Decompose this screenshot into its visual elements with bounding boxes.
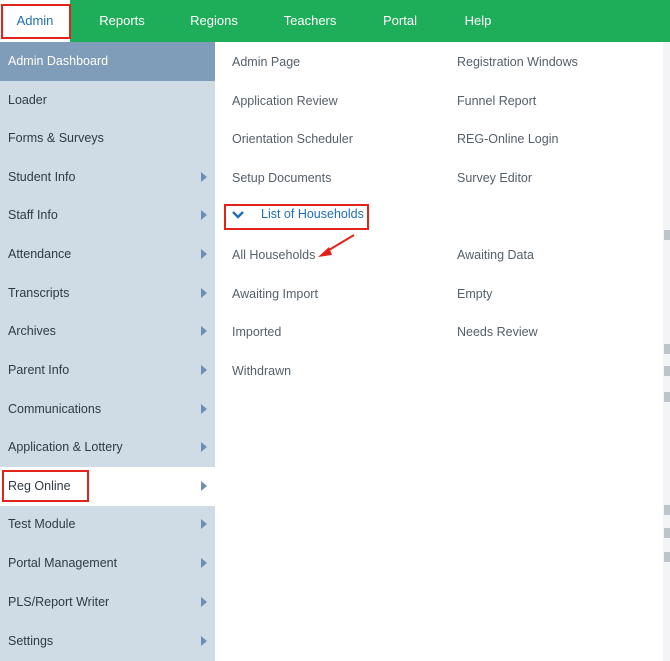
sidebar-item-pls-report-writer[interactable]: PLS/Report Writer xyxy=(0,583,215,622)
caret-right-icon xyxy=(201,172,207,183)
sidebar-item-label: Application & Lottery xyxy=(8,440,123,455)
link-empty[interactable]: Empty xyxy=(457,287,492,301)
sidebar-item-application-lottery[interactable]: Application & Lottery xyxy=(0,428,215,467)
sidebar-item-parent-info[interactable]: Parent Info xyxy=(0,351,215,390)
caret-right-icon xyxy=(201,288,207,299)
sidebar-item-archives[interactable]: Archives xyxy=(0,312,215,351)
sidebar-item-label: Staff Info xyxy=(8,208,58,223)
caret-right-icon xyxy=(201,597,207,608)
caret-right-icon xyxy=(201,326,207,337)
tab-teachers[interactable]: Teachers xyxy=(274,0,346,42)
top-nav-bar: Admin Reports Regions Teachers Portal He… xyxy=(0,0,670,42)
sidebar-item-portal-management[interactable]: Portal Management xyxy=(0,544,215,583)
sidebar-item-attendance[interactable]: Attendance xyxy=(0,235,215,274)
sidebar-item-transcripts[interactable]: Transcripts xyxy=(0,274,215,313)
sidebar-item-communications[interactable]: Communications xyxy=(0,390,215,429)
sidebar-item-label: Archives xyxy=(8,324,56,339)
link-setup-documents[interactable]: Setup Documents xyxy=(232,171,331,185)
sidebar-item-admin-dashboard[interactable]: Admin Dashboard xyxy=(0,42,215,81)
sidebar-item-label: Communications xyxy=(8,402,102,417)
link-needs-review[interactable]: Needs Review xyxy=(457,325,538,339)
admin-highlight-box xyxy=(1,4,71,39)
link-funnel-report[interactable]: Funnel Report xyxy=(457,94,536,108)
background-fragment xyxy=(664,552,670,562)
link-registration-windows[interactable]: Registration Windows xyxy=(457,55,578,69)
sidebar-item-label: Forms & Surveys xyxy=(8,131,104,146)
sidebar-item-settings[interactable]: Settings xyxy=(0,622,215,661)
link-awaiting-data[interactable]: Awaiting Data xyxy=(457,248,534,262)
sidebar-item-forms-surveys[interactable]: Forms & Surveys xyxy=(0,119,215,158)
red-arrow-icon xyxy=(318,234,355,257)
sidebar-item-label: Portal Management xyxy=(8,556,118,571)
caret-right-icon xyxy=(201,249,207,260)
background-fragment xyxy=(664,392,670,402)
sidebar-item-staff-info[interactable]: Staff Info xyxy=(0,196,215,235)
background-fragment xyxy=(664,505,670,515)
sidebar-item-label: Parent Info xyxy=(8,363,70,378)
sidebar-item-label: Test Module xyxy=(8,517,76,532)
tab-reports[interactable]: Reports xyxy=(86,0,158,42)
caret-right-icon xyxy=(201,210,207,221)
link-survey-editor[interactable]: Survey Editor xyxy=(457,171,532,185)
link-admin-page[interactable]: Admin Page xyxy=(232,55,300,69)
caret-right-icon xyxy=(201,636,207,647)
sidebar-item-student-info[interactable]: Student Info xyxy=(0,158,215,197)
caret-right-icon xyxy=(201,481,207,492)
link-imported[interactable]: Imported xyxy=(232,325,281,339)
caret-right-icon xyxy=(201,404,207,415)
tab-regions[interactable]: Regions xyxy=(178,0,250,42)
link-all-households[interactable]: All Households xyxy=(232,248,315,262)
background-fragment xyxy=(664,230,670,240)
caret-right-icon xyxy=(201,365,207,376)
sidebar-item-label: Attendance xyxy=(8,247,72,262)
sidebar-item-label: Settings xyxy=(8,634,54,649)
sidebar-item-label: PLS/Report Writer xyxy=(8,595,110,610)
sidebar-item-label: Transcripts xyxy=(8,286,70,301)
link-orientation-scheduler[interactable]: Orientation Scheduler xyxy=(232,132,353,146)
link-withdrawn[interactable]: Withdrawn xyxy=(232,364,291,378)
background-fragment xyxy=(664,528,670,538)
caret-right-icon xyxy=(201,519,207,530)
tab-portal[interactable]: Portal xyxy=(364,0,436,42)
sidebar-item-label: Loader xyxy=(8,93,47,108)
link-application-review[interactable]: Application Review xyxy=(232,94,338,108)
caret-right-icon xyxy=(201,442,207,453)
link-awaiting-import[interactable]: Awaiting Import xyxy=(232,287,318,301)
sidebar-item-loader[interactable]: Loader xyxy=(0,81,215,120)
caret-right-icon xyxy=(201,558,207,569)
sidebar-item-test-module[interactable]: Test Module xyxy=(0,505,215,544)
link-reg-online-login[interactable]: REG-Online Login xyxy=(457,132,558,146)
tab-help[interactable]: Help xyxy=(442,0,514,42)
background-fragment xyxy=(664,366,670,376)
background-fragment xyxy=(664,344,670,354)
reg-online-highlight-box xyxy=(2,470,89,502)
list-of-households-highlight-box xyxy=(224,204,369,230)
sidebar-item-label: Student Info xyxy=(8,170,76,185)
sidebar-item-label: Admin Dashboard xyxy=(8,54,109,69)
